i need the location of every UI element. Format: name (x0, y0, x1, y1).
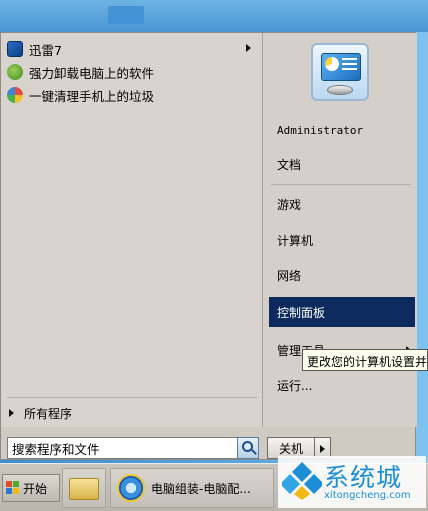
search-input[interactable]: 搜索程序和文件 (7, 437, 259, 459)
user-name: Administrator (277, 123, 364, 137)
documents-item[interactable]: 文档 (269, 149, 415, 179)
program-label: 一键清理手机上的垃圾 (29, 88, 155, 104)
watermark-url: xitongcheng.com (324, 490, 411, 501)
search-button[interactable] (237, 437, 259, 459)
program-label: 迅雷7 (29, 42, 62, 58)
documents-label: 文档 (277, 157, 302, 172)
run-item[interactable]: 运行... (269, 370, 415, 400)
start-menu-programs-pane: 迅雷7 强力卸载电脑上的软件 一键清理手机上的垃圾 所有程序 (1, 33, 263, 427)
control-panel-item[interactable]: 控制面板 (269, 297, 415, 327)
taskbar-ie-window-button[interactable]: 电脑组装-电脑配... (110, 468, 274, 508)
submenu-arrow-icon (246, 44, 251, 52)
search-text: 搜索程序和文件 (12, 441, 100, 457)
network-label: 网络 (277, 268, 302, 283)
start-button[interactable]: 开始 (2, 474, 60, 502)
program-item-uninstall[interactable]: 强力卸载电脑上的软件 (5, 62, 261, 82)
divider (7, 397, 257, 398)
games-item[interactable]: 游戏 (269, 189, 415, 219)
uninstall-icon (7, 64, 23, 80)
start-label: 开始 (23, 481, 48, 496)
program-item-xunlei[interactable]: 迅雷7 (5, 39, 261, 59)
thunder-icon (7, 41, 23, 57)
user-name-item[interactable]: Administrator (269, 115, 415, 145)
program-label: 强力卸载电脑上的软件 (29, 65, 155, 81)
cleanup-icon (7, 87, 23, 103)
windows-logo-icon (6, 481, 20, 495)
user-picture[interactable] (311, 43, 369, 101)
expand-arrow-icon (9, 409, 14, 417)
watermark-brand: 系统城 (324, 463, 403, 492)
games-label: 游戏 (277, 197, 302, 212)
desktop-background (0, 0, 428, 32)
internet-explorer-icon (117, 474, 145, 502)
all-programs-button[interactable]: 所有程序 (5, 403, 255, 423)
tooltip-text: 更改您的计算机设置并 (307, 355, 428, 369)
window-title: 电脑组装-电脑配... (151, 481, 251, 496)
watermark-logo-icon (282, 462, 322, 500)
program-item-cleanup[interactable]: 一键清理手机上的垃圾 (5, 85, 261, 105)
chevron-right-icon (320, 445, 325, 453)
shutdown-label: 关机 (278, 441, 303, 456)
network-item[interactable]: 网络 (269, 260, 415, 290)
watermark: 系统城 xitongcheng.com (278, 456, 426, 508)
control-panel-label: 控制面板 (277, 305, 326, 320)
start-menu: 迅雷7 强力卸载电脑上的软件 一键清理手机上的垃圾 所有程序 Administr… (0, 32, 417, 460)
taskbar-explorer-button[interactable] (62, 468, 106, 508)
computer-item[interactable]: 计算机 (269, 225, 415, 255)
desktop-window-fragment (108, 6, 144, 24)
tooltip: 更改您的计算机设置并 (302, 349, 428, 371)
all-programs-label: 所有程序 (24, 406, 73, 421)
divider (271, 184, 411, 185)
computer-label: 计算机 (277, 233, 314, 248)
folder-icon (69, 478, 99, 500)
run-label: 运行... (277, 378, 313, 393)
